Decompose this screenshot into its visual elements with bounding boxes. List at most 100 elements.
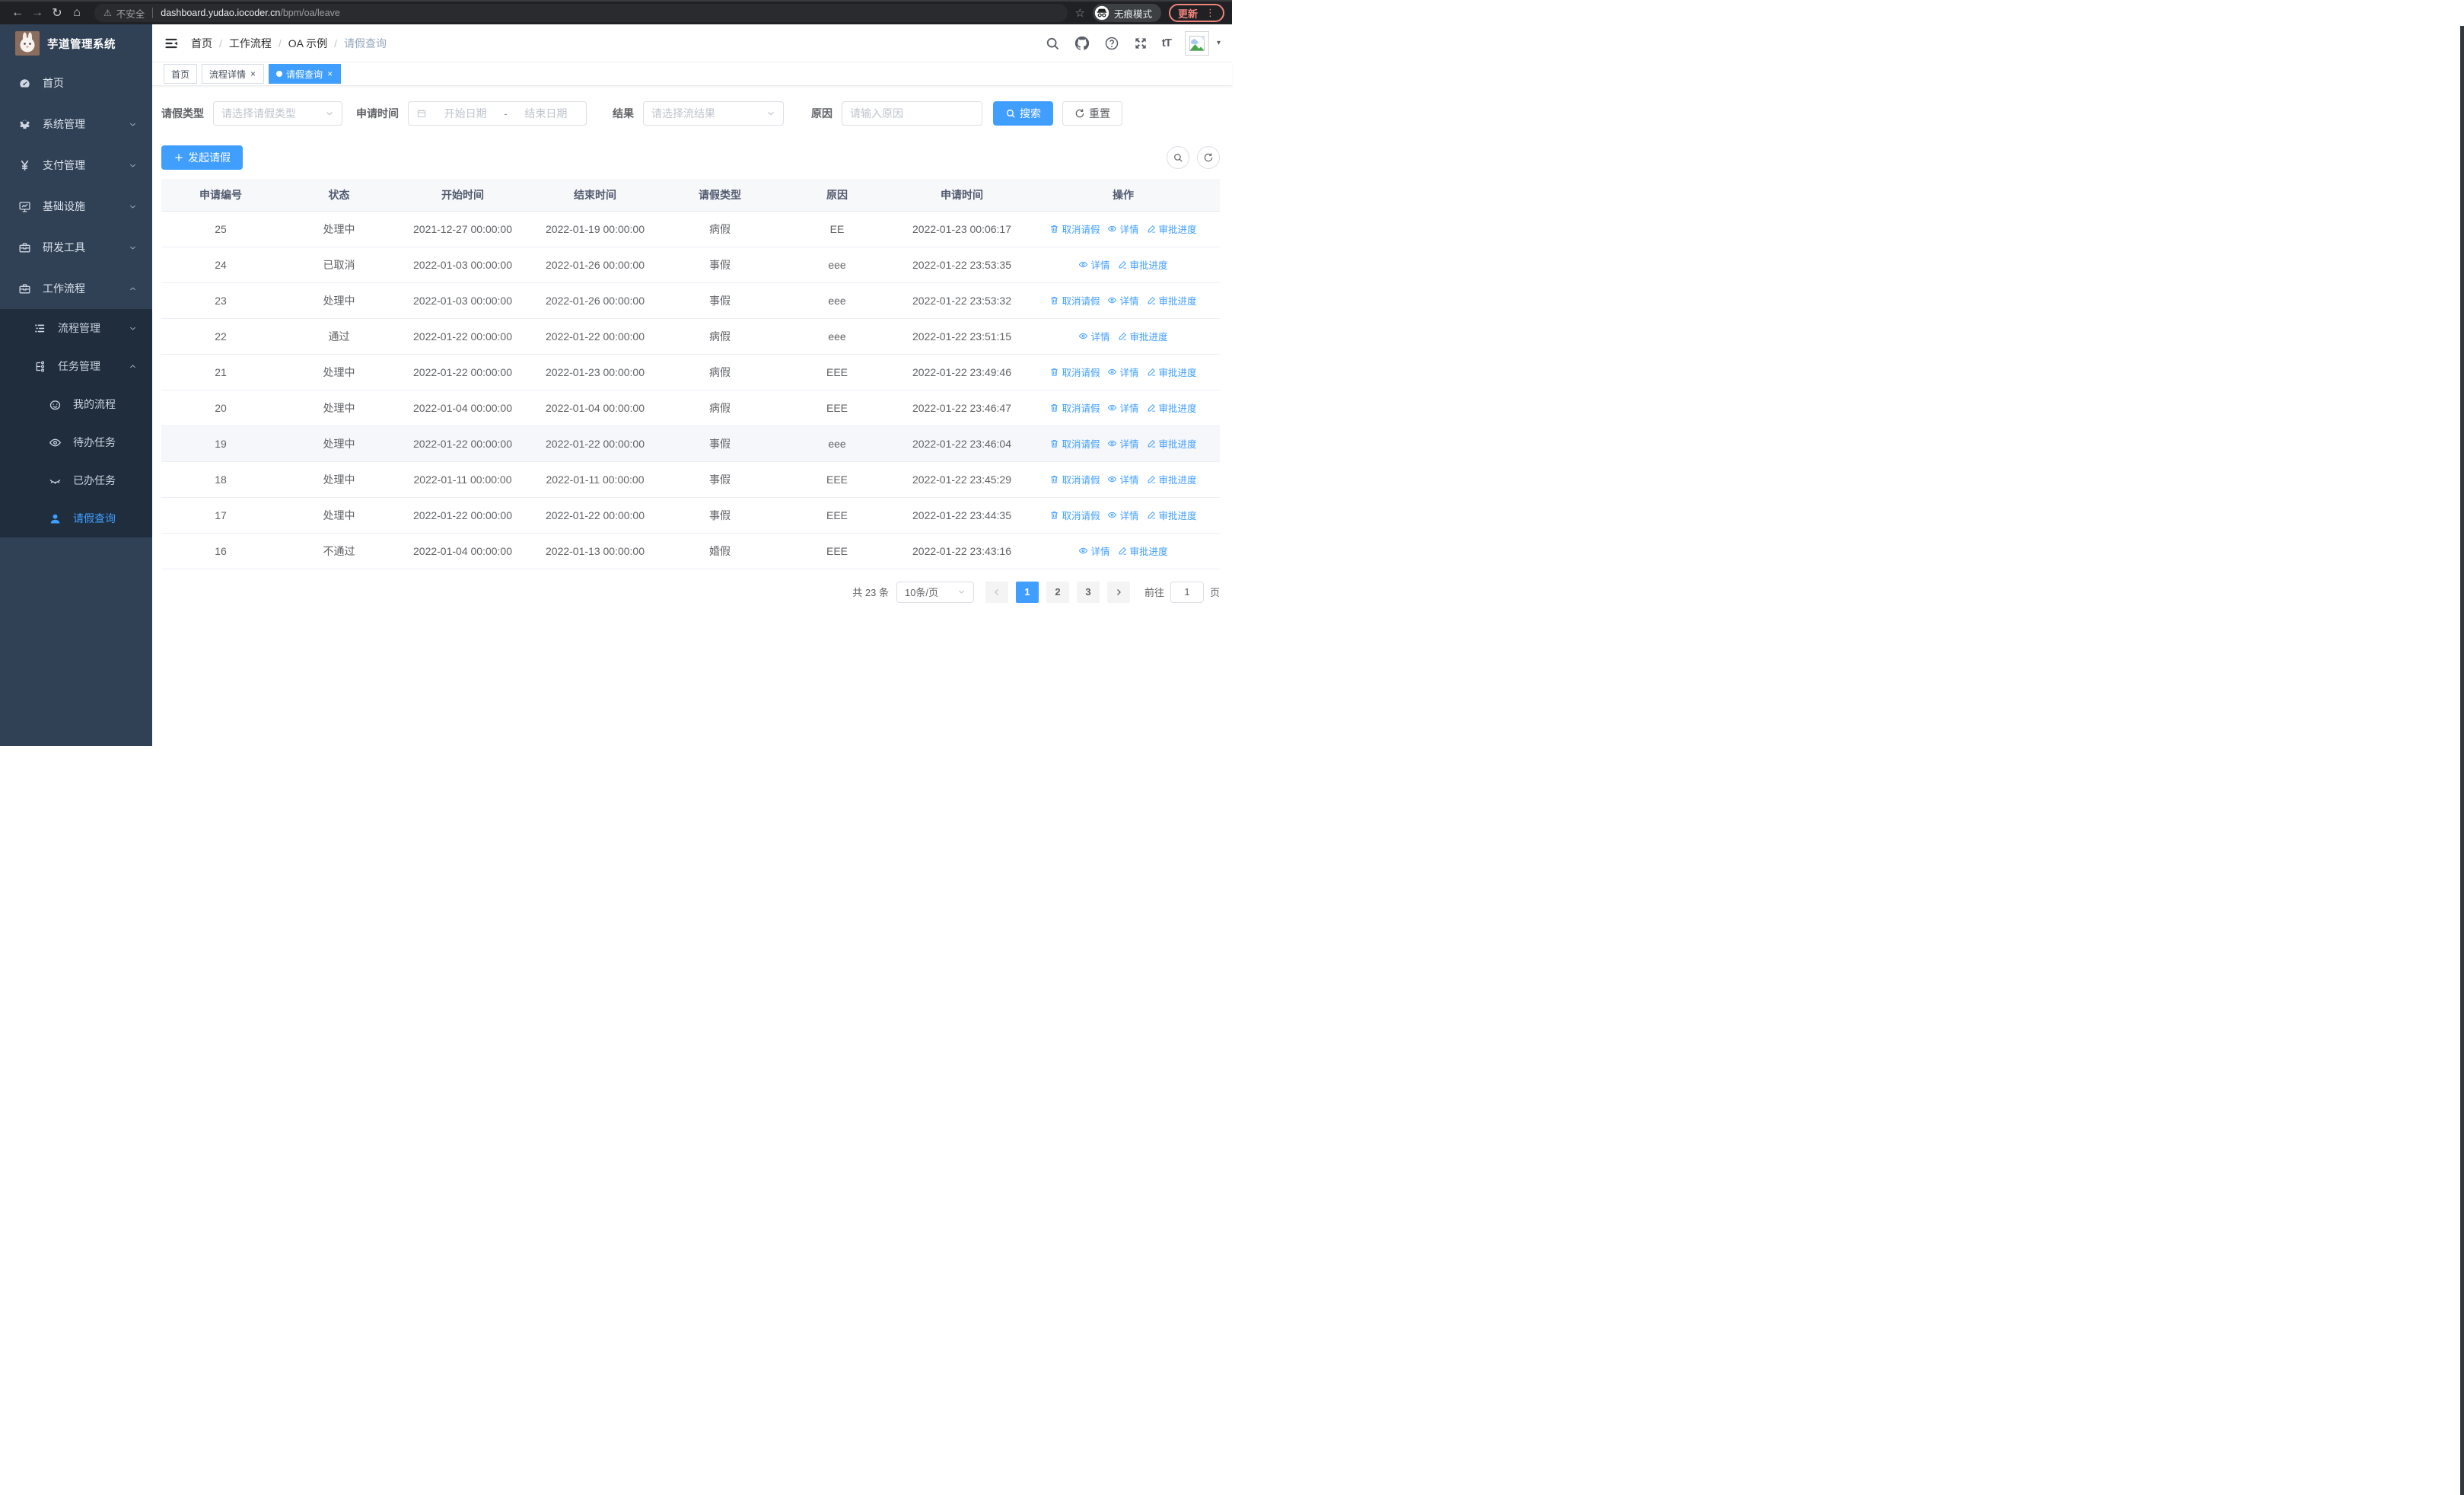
update-button[interactable]: 更新 ⋮	[1168, 4, 1224, 22]
sidebar-item-my-process[interactable]: 我的流程	[0, 385, 152, 423]
action-progress[interactable]: 审批进度	[1118, 329, 1168, 343]
reason-input[interactable]	[842, 101, 982, 126]
action-detail[interactable]: 详情	[1107, 293, 1139, 308]
action-progress[interactable]: 审批进度	[1147, 222, 1197, 236]
broken-image-icon	[1188, 34, 1206, 53]
tab-process-detail[interactable]: 流程详情 ×	[202, 64, 265, 84]
close-tab-icon[interactable]: ×	[250, 69, 256, 79]
collapse-sidebar-icon[interactable]	[164, 36, 179, 51]
action-cancel[interactable]: 取消请假	[1049, 472, 1100, 486]
chevron-down-icon	[129, 202, 137, 211]
sidebar-item-workflow[interactable]: 工作流程	[0, 268, 152, 309]
action-detail[interactable]: 详情	[1078, 329, 1110, 343]
back-icon[interactable]: ←	[8, 3, 27, 23]
action-detail[interactable]: 详情	[1107, 222, 1139, 236]
action-cancel[interactable]: 取消请假	[1049, 436, 1100, 451]
cell-status: 处理中	[280, 497, 398, 534]
action-label: 取消请假	[1062, 225, 1100, 235]
action-detail[interactable]: 详情	[1078, 543, 1110, 558]
sidebar-item-todo-tasks[interactable]: 待办任务	[0, 423, 152, 461]
action-progress[interactable]: 审批进度	[1147, 400, 1197, 415]
action-detail[interactable]: 详情	[1078, 257, 1110, 272]
sidebar-item-system-management[interactable]: 系统管理	[0, 104, 152, 145]
action-cancel[interactable]: 取消请假	[1049, 222, 1100, 236]
tab-leave-query[interactable]: 请假查询 ×	[269, 64, 342, 84]
chevron-down-icon	[129, 120, 137, 129]
cell-id: 19	[161, 426, 280, 462]
action-detail[interactable]: 详情	[1107, 400, 1139, 415]
face-icon	[46, 398, 64, 411]
breadcrumb-item[interactable]: 首页	[191, 36, 212, 51]
reset-button[interactable]: 重置	[1062, 101, 1122, 126]
action-progress[interactable]: 审批进度	[1147, 472, 1197, 486]
breadcrumb-item[interactable]: OA 示例	[288, 36, 327, 51]
cell-end-time: 2022-01-13 00:00:00	[527, 533, 663, 569]
apply-time-label: 申请时间	[356, 107, 399, 120]
bookmark-star-icon[interactable]: ☆	[1075, 6, 1085, 20]
action-progress[interactable]: 审批进度	[1147, 293, 1197, 308]
action-cancel[interactable]: 取消请假	[1049, 508, 1100, 522]
tab-home[interactable]: 首页	[164, 64, 198, 84]
home-icon[interactable]: ⌂	[67, 3, 87, 23]
action-progress[interactable]: 审批进度	[1147, 365, 1197, 379]
action-progress[interactable]: 审批进度	[1147, 508, 1197, 522]
action-detail[interactable]: 详情	[1107, 508, 1139, 522]
sidebar-item-home[interactable]: 首页	[0, 62, 152, 104]
action-detail[interactable]: 详情	[1107, 472, 1139, 486]
search-icon[interactable]	[1045, 36, 1060, 51]
table-row: 17 处理中 2022-01-22 00:00:00 2022-01-22 00:00…	[161, 497, 1220, 534]
cell-status: 通过	[280, 318, 398, 355]
cell-start-time: 2022-01-22 00:00:00	[398, 426, 527, 462]
sidebar-item-label: 流程管理	[58, 322, 100, 334]
search-button[interactable]: 搜索	[993, 101, 1053, 126]
font-size-icon[interactable]: tT	[1162, 37, 1172, 49]
apply-time-range-picker[interactable]: 开始日期 - 结束日期	[408, 101, 587, 126]
avatar[interactable]	[1184, 30, 1209, 56]
cell-start-time: 2022-01-22 00:00:00	[398, 497, 527, 534]
refresh-table-button[interactable]	[1197, 146, 1220, 169]
cell-id: 17	[161, 497, 280, 534]
sidebar-item-label: 工作流程	[43, 282, 85, 295]
action-cancel[interactable]: 取消请假	[1049, 400, 1100, 415]
caret-down-icon[interactable]: ▾	[1217, 39, 1221, 47]
page-button-1[interactable]: 1	[1015, 581, 1039, 603]
action-cancel[interactable]: 取消请假	[1049, 293, 1100, 308]
page-button-3[interactable]: 3	[1076, 581, 1100, 603]
browser-menu-icon[interactable]: ⋮	[1205, 7, 1215, 19]
sidebar-item-leave-query[interactable]: 请假查询	[0, 499, 152, 537]
toolbox-icon	[15, 241, 33, 254]
sidebar-item-done-tasks[interactable]: 已办任务	[0, 461, 152, 499]
action-progress[interactable]: 审批进度	[1147, 436, 1197, 451]
address-bar[interactable]: ⚠ 不安全 dashboard.yudao.iocoder.cn/bpm/oa/…	[94, 4, 1068, 22]
table-header-row: 申请编号 状态 开始时间 结束时间 请假类型 原因 申请时间 操作	[161, 179, 1220, 212]
action-detail[interactable]: 详情	[1107, 365, 1139, 379]
forward-icon[interactable]: →	[27, 3, 47, 23]
fullscreen-icon[interactable]	[1133, 36, 1148, 51]
action-cancel[interactable]: 取消请假	[1049, 365, 1100, 379]
leave-type-select[interactable]: 请选择请假类型	[213, 101, 342, 126]
help-icon[interactable]	[1104, 36, 1119, 51]
action-progress[interactable]: 审批进度	[1118, 543, 1168, 558]
sidebar-item-payment-management[interactable]: 支付管理	[0, 145, 152, 186]
prev-page-button[interactable]	[985, 581, 1008, 603]
eye-icon	[1078, 260, 1088, 269]
close-tab-icon[interactable]: ×	[326, 69, 333, 79]
sidebar-item-infrastructure[interactable]: 基础设施	[0, 186, 152, 227]
table-row: 18 处理中 2022-01-11 00:00:00 2022-01-11 00:00…	[161, 461, 1220, 498]
create-leave-button[interactable]: 发起请假	[161, 145, 243, 170]
toggle-search-button[interactable]	[1167, 146, 1189, 169]
github-icon[interactable]	[1074, 35, 1090, 52]
result-select[interactable]: 请选择流结果	[643, 101, 784, 126]
sidebar-item-process-management[interactable]: 流程管理	[0, 309, 152, 347]
reload-icon[interactable]: ↻	[47, 3, 67, 23]
next-page-button[interactable]	[1106, 581, 1130, 603]
action-progress[interactable]: 审批进度	[1118, 257, 1168, 272]
sidebar-item-task-management[interactable]: 任务管理	[0, 347, 152, 385]
breadcrumb-item[interactable]: 工作流程	[229, 36, 272, 51]
eye-icon	[1078, 331, 1088, 341]
action-detail[interactable]: 详情	[1107, 436, 1139, 451]
sidebar-item-dev-tools[interactable]: 研发工具	[0, 227, 152, 268]
page-size-select[interactable]: 10条/页	[896, 581, 974, 603]
goto-page-input[interactable]	[1170, 581, 1204, 603]
page-button-2[interactable]: 2	[1046, 581, 1069, 603]
